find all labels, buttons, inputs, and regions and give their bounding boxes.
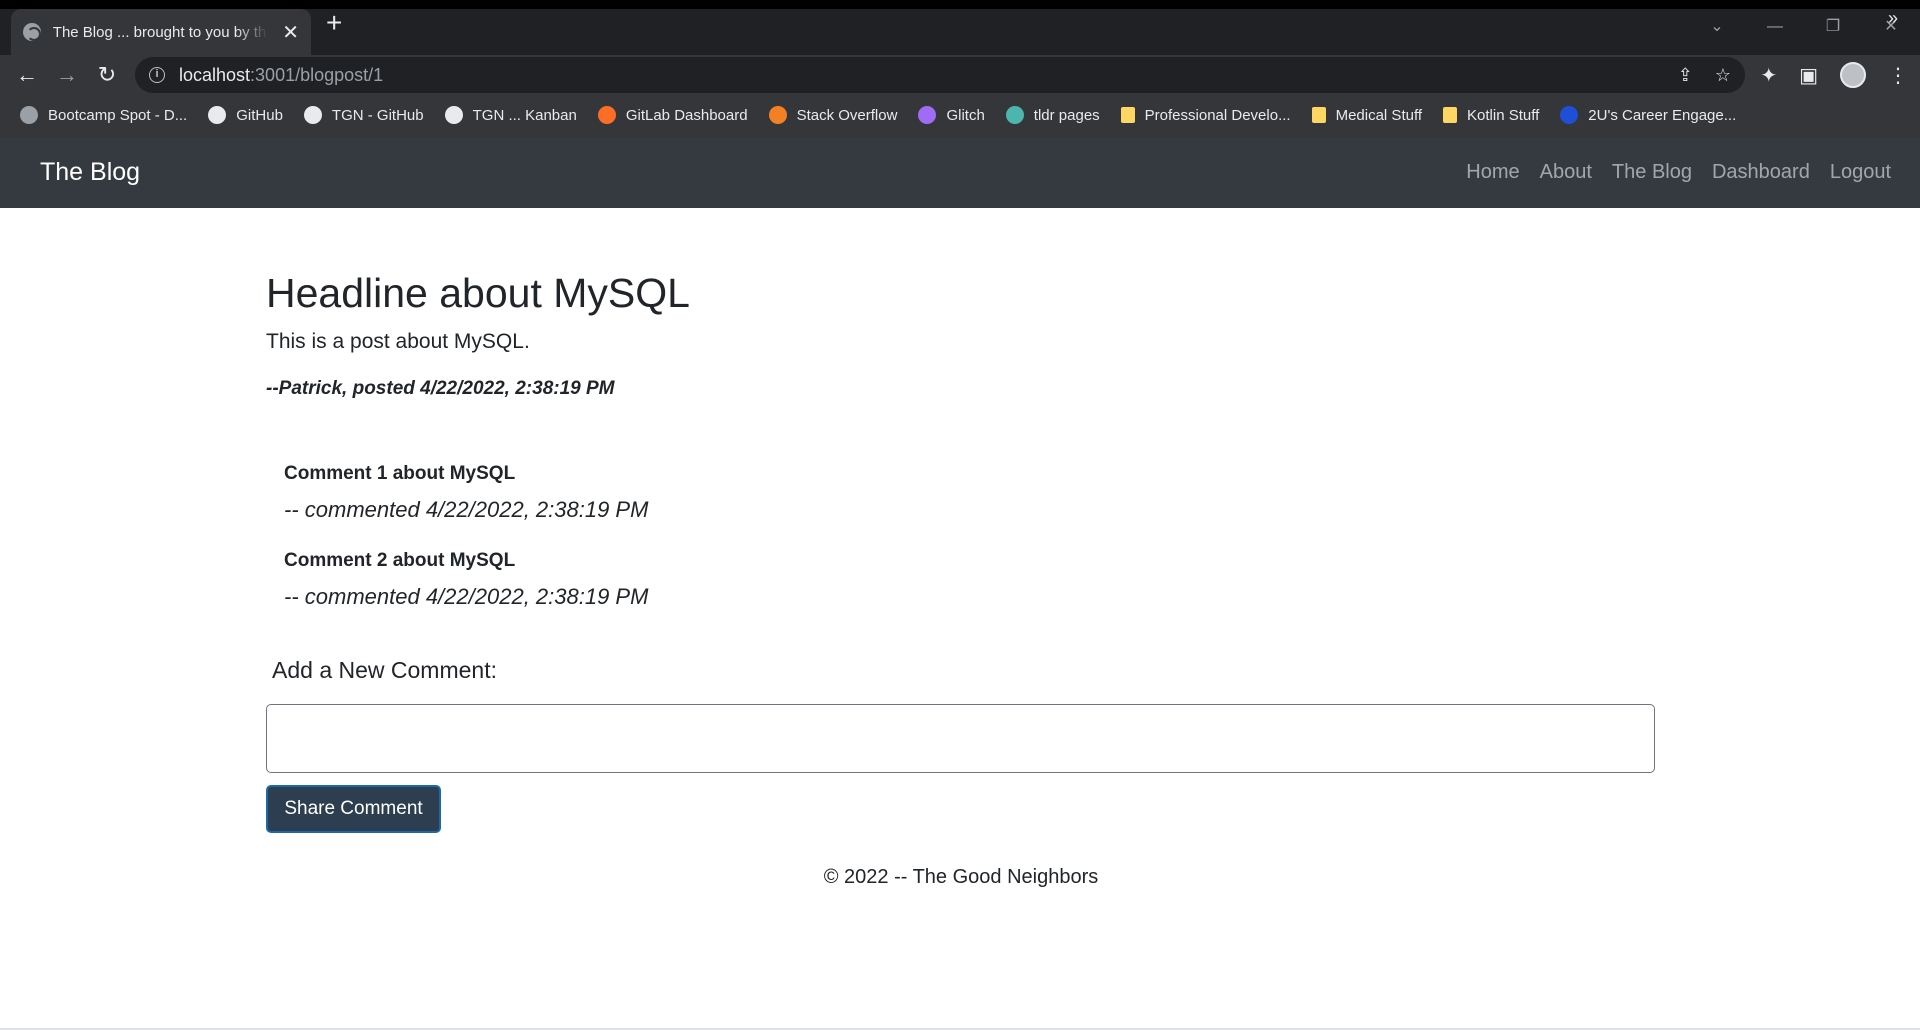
extensions-icon[interactable]: ✦ — [1760, 63, 1777, 88]
bookmark-item[interactable]: GitLab Dashboard — [597, 106, 748, 124]
bookmark-label: tldr pages — [1033, 106, 1100, 124]
bookmark-label: GitHub — [236, 106, 283, 124]
forward-arrow-icon[interactable]: → — [50, 55, 84, 95]
stackoverflow-icon — [768, 106, 787, 124]
bookmarks-overflow-icon[interactable]: » — [1888, 0, 1898, 36]
site-info-icon[interactable]: i — [149, 67, 165, 83]
address-bar-row: ← → ↻ i localhost:3001/blogpost/1 ⇪ ☆ ✦ … — [0, 55, 1920, 95]
post-title: Headline about MySQL — [266, 270, 690, 316]
profile-avatar[interactable] — [1840, 62, 1866, 88]
tldr-icon — [1005, 106, 1024, 124]
minimize-icon[interactable]: — — [1746, 9, 1804, 49]
window-controls: ⌄ — ❐ ✕ — [1688, 9, 1920, 49]
share-icon[interactable]: ⇪ — [1678, 65, 1693, 86]
bookmark-item[interactable]: Professional Develo... — [1120, 106, 1291, 124]
browser-tab[interactable]: The Blog ... brought to you by the Good … — [11, 9, 311, 55]
menu-icon[interactable]: ⋮ — [1888, 63, 1908, 88]
reload-icon[interactable]: ↻ — [90, 55, 124, 95]
page-footer: © 2022 -- The Good Neighbors — [823, 866, 1099, 888]
share-comment-button[interactable]: Share Comment — [266, 785, 441, 833]
nav-link-about[interactable]: About — [1540, 161, 1592, 184]
globe-icon — [23, 23, 41, 41]
bookmark-label: Bootcamp Spot - D... — [48, 106, 188, 124]
bookmark-item[interactable]: Glitch — [918, 106, 985, 124]
bookmark-item[interactable]: Kotlin Stuff — [1443, 107, 1539, 124]
omnibox-actions: ⇪ ☆ — [1678, 57, 1731, 93]
bookmark-label: Medical Stuff — [1335, 106, 1423, 124]
restore-icon[interactable]: ❐ — [1804, 9, 1862, 49]
comment-item: Comment 2 about MySQL -- commented 4/22/… — [284, 550, 1084, 610]
bookmark-item[interactable]: TGN - GitHub — [303, 106, 424, 124]
bookmark-label: Stack Overflow — [796, 106, 898, 124]
site-navbar: The Blog Home About The Blog Dashboard L… — [0, 137, 1920, 208]
comment-item: Comment 1 about MySQL -- commented 4/22/… — [284, 463, 1084, 523]
nav-link-logout[interactable]: Logout — [1830, 161, 1891, 184]
gitlab-icon — [597, 106, 616, 124]
url-path: :3001/blogpost/1 — [250, 64, 384, 85]
post-meta: --Patrick, posted 4/22/2022, 2:38:19 PM — [266, 378, 615, 399]
bookmark-item[interactable]: GitHub — [208, 106, 283, 124]
new-tab-button[interactable]: + — [326, 9, 342, 37]
bookmark-item[interactable]: Stack Overflow — [768, 106, 898, 124]
2u-icon — [1560, 106, 1579, 124]
github-icon — [303, 106, 322, 124]
comment-text: Comment 1 about MySQL — [284, 463, 516, 484]
nav-link-the-blog[interactable]: The Blog — [1612, 161, 1692, 184]
bookmark-label: TGN - GitHub — [331, 106, 424, 124]
bookmark-label: 2U's Career Engage... — [1588, 106, 1737, 124]
bookmark-item[interactable]: Bootcamp Spot - D... — [20, 106, 187, 124]
post-body: This is a post about MySQL. — [266, 330, 530, 353]
globe-icon — [20, 106, 38, 124]
glitch-icon — [918, 106, 937, 124]
new-comment-label: Add a New Comment: — [272, 657, 497, 683]
bookmark-item[interactable]: TGN ... Kanban — [444, 106, 577, 124]
nav-links: Home About The Blog Dashboard Logout — [1446, 137, 1891, 208]
bookmark-label: Kotlin Stuff — [1467, 106, 1540, 124]
comment-meta: -- commented 4/22/2022, 2:38:19 PM — [284, 497, 649, 522]
url-host: localhost — [179, 64, 251, 85]
folder-icon — [1311, 107, 1326, 123]
folder-icon — [1443, 107, 1458, 123]
nav-link-home[interactable]: Home — [1466, 161, 1519, 184]
bookmark-label: Professional Develo... — [1144, 106, 1291, 124]
bookmark-label: Glitch — [946, 106, 985, 124]
bookmarks-bar: Bootcamp Spot - D... GitHub TGN - GitHub TG… — [0, 97, 1920, 133]
comment-meta: -- commented 4/22/2022, 2:38:19 PM — [284, 584, 649, 609]
back-arrow-icon[interactable]: ← — [10, 55, 44, 95]
bookmark-item[interactable]: tldr pages — [1005, 106, 1100, 124]
new-comment-input[interactable] — [266, 704, 1655, 773]
tab-title: The Blog ... brought to you by the Good … — [52, 23, 268, 41]
browser-chrome: The Blog ... brought to you by the Good … — [0, 0, 1920, 137]
bookmark-item[interactable]: 2U's Career Engage... — [1560, 106, 1736, 124]
navbar-brand[interactable]: The Blog — [40, 137, 140, 208]
tab-search-icon[interactable]: ⌄ — [1688, 9, 1746, 49]
bookmark-label: TGN ... Kanban — [472, 106, 577, 124]
nav-link-dashboard[interactable]: Dashboard — [1712, 161, 1810, 184]
side-panel-icon[interactable]: ▣ — [1799, 63, 1818, 88]
bookmark-item[interactable]: Medical Stuff — [1311, 106, 1423, 124]
comment-text: Comment 2 about MySQL — [284, 550, 516, 571]
star-icon[interactable]: ☆ — [1715, 65, 1731, 86]
github-icon — [444, 106, 463, 124]
folder-icon — [1120, 107, 1135, 123]
toolbar-actions: ✦ ▣ ⋮ — [1760, 55, 1908, 95]
tab-strip: The Blog ... brought to you by the Good … — [0, 9, 1920, 55]
bookmark-label: GitLab Dashboard — [625, 106, 748, 124]
github-icon — [208, 106, 227, 124]
window-top-strip — [0, 0, 1920, 9]
close-icon[interactable]: ✕ — [282, 20, 299, 45]
address-bar[interactable]: i localhost:3001/blogpost/1 ⇪ ☆ — [135, 57, 1745, 93]
